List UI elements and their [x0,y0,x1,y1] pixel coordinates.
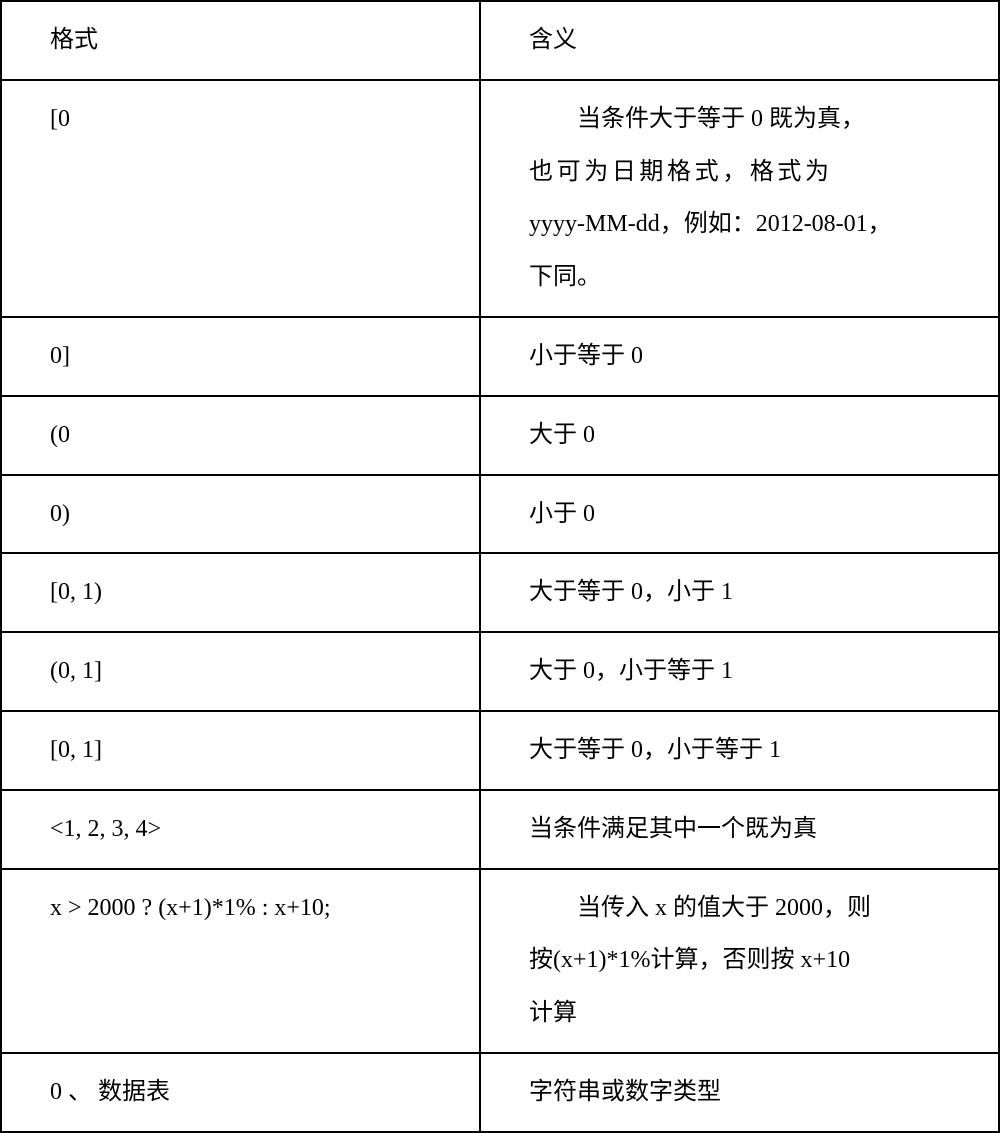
table-row: 0) 小于 0 [1,475,999,554]
format-cell: [0, 1] [1,711,480,790]
table-row: x > 2000 ? (x+1)*1% : x+10; 当传入 x 的值大于 2… [1,869,999,1053]
format-cell: 0) [1,475,480,554]
table-row: 0] 小于等于 0 [1,317,999,396]
line: 当传入 x 的值大于 2000，则 [577,895,871,921]
meaning-cell: 小于等于 0 [480,317,999,396]
table-row: 0 、 数据表 字符串或数字类型 [1,1053,999,1132]
line: 也可为日期格式，格式为 [529,159,833,185]
format-cell: x > 2000 ? (x+1)*1% : x+10; [1,869,480,1053]
table-row: (0, 1] 大于 0，小于等于 1 [1,632,999,711]
format-meaning-table: 格式 含义 [0 当条件大于等于 0 既为真， 也可为日期格式，格式为 yyyy… [0,0,1000,1133]
table-row: <1, 2, 3, 4> 当条件满足其中一个既为真 [1,790,999,869]
table-row: [0 当条件大于等于 0 既为真， 也可为日期格式，格式为 yyyy-MM-dd… [1,80,999,317]
format-cell: [0, 1) [1,553,480,632]
format-cell: [0 [1,80,480,317]
line: 当条件大于等于 0 既为真， [577,106,865,132]
meaning-cell: 当传入 x 的值大于 2000，则 按(x+1)*1%计算，否则按 x+10 计… [480,869,999,1053]
table-row: [0, 1] 大于等于 0，小于等于 1 [1,711,999,790]
meaning-cell: 小于 0 [480,475,999,554]
format-cell: 0 、 数据表 [1,1053,480,1132]
format-cell: 0] [1,317,480,396]
meaning-cell: 当条件大于等于 0 既为真， 也可为日期格式，格式为 yyyy-MM-dd，例如… [480,80,999,317]
meaning-cell: 大于等于 0，小于等于 1 [480,711,999,790]
line: 按(x+1)*1%计算，否则按 x+10 [529,947,850,973]
format-cell: (0 [1,396,480,475]
line: yyyy-MM-dd，例如：2012-08-01， [529,211,892,237]
meaning-cell: 当条件满足其中一个既为真 [480,790,999,869]
format-cell: (0, 1] [1,632,480,711]
table-row: (0 大于 0 [1,396,999,475]
line: 下同。 [529,264,601,290]
table-row: [0, 1) 大于等于 0，小于 1 [1,553,999,632]
meaning-cell: 大于 0 [480,396,999,475]
header-format: 格式 [1,1,480,80]
table-header-row: 格式 含义 [1,1,999,80]
meaning-cell: 大于等于 0，小于 1 [480,553,999,632]
header-meaning: 含义 [480,1,999,80]
format-cell: <1, 2, 3, 4> [1,790,480,869]
meaning-cell: 字符串或数字类型 [480,1053,999,1132]
line: 计算 [529,1000,577,1026]
meaning-cell: 大于 0，小于等于 1 [480,632,999,711]
